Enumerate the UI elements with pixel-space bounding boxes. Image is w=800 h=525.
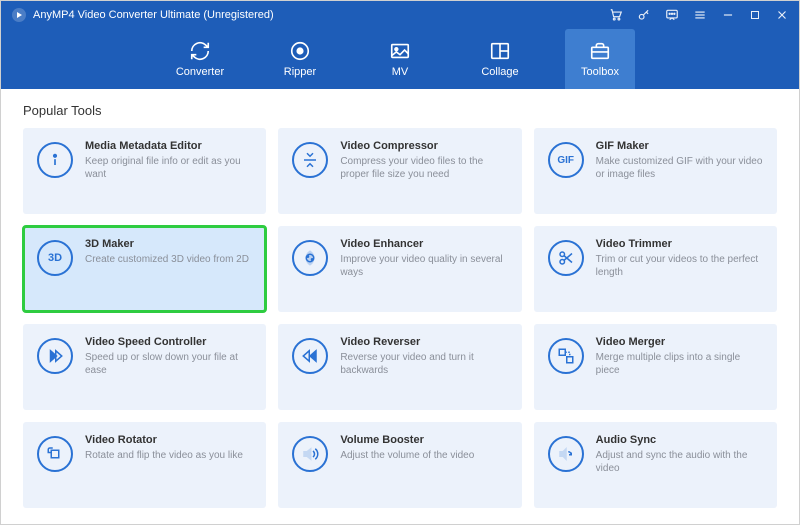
- converter-icon: [189, 40, 211, 62]
- mv-icon: [389, 40, 411, 62]
- tool-card-desc: Speed up or slow down your file at ease: [85, 351, 252, 377]
- tool-card-title: Audio Sync: [596, 434, 763, 446]
- tool-card-video-compressor[interactable]: Video Compressor Compress your video file…: [278, 128, 521, 214]
- close-button[interactable]: [775, 8, 789, 22]
- nav-label: Toolbox: [581, 66, 619, 78]
- tool-card-title: Volume Booster: [340, 434, 507, 446]
- tool-card-media-metadata-editor[interactable]: Media Metadata Editor Keep original file …: [23, 128, 266, 214]
- app-title: AnyMP4 Video Converter Ultimate (Unregis…: [33, 9, 274, 21]
- tool-card-video-rotator[interactable]: Video Rotator Rotate and flip the video a…: [23, 422, 266, 508]
- tool-card-desc: Merge multiple clips into a single piece: [596, 351, 763, 377]
- tool-card-body: Volume Booster Adjust the volume of the v…: [340, 434, 507, 462]
- content-area: Popular Tools Media Metadata Editor Keep …: [1, 89, 799, 524]
- tool-card-title: Video Compressor: [340, 140, 507, 152]
- tools-grid: Media Metadata Editor Keep original file …: [23, 128, 777, 508]
- tool-card-title: Video Reverser: [340, 336, 507, 348]
- titlebar-right: [609, 8, 789, 22]
- nav-collage[interactable]: Collage: [465, 29, 535, 89]
- tool-card-body: Video Reverser Reverse your video and tur…: [340, 336, 507, 377]
- tool-card-gif-maker[interactable]: GIF GIF Maker Make customized GIF with you…: [534, 128, 777, 214]
- tool-card-title: Media Metadata Editor: [85, 140, 252, 152]
- nav-label: Converter: [176, 66, 224, 78]
- cart-icon[interactable]: [609, 8, 623, 22]
- tool-card-desc: Create customized 3D video from 2D: [85, 253, 252, 266]
- tool-card-title: Video Trimmer: [596, 238, 763, 250]
- app-window: AnyMP4 Video Converter Ultimate (Unregis…: [0, 0, 800, 525]
- 3d-icon: 3D: [37, 240, 73, 276]
- tool-card-body: Video Rotator Rotate and flip the video a…: [85, 434, 252, 462]
- tool-card-title: Video Enhancer: [340, 238, 507, 250]
- maximize-button[interactable]: [749, 9, 761, 21]
- tool-card-body: Video Enhancer Improve your video quality…: [340, 238, 507, 279]
- app-logo-icon: [11, 7, 27, 23]
- tool-card-title: Video Merger: [596, 336, 763, 348]
- tool-card-title: Video Rotator: [85, 434, 252, 446]
- tool-card-body: Video Merger Merge multiple clips into a …: [596, 336, 763, 377]
- merge-icon: [548, 338, 584, 374]
- nav-ripper[interactable]: Ripper: [265, 29, 335, 89]
- tool-card-body: GIF Maker Make customized GIF with your v…: [596, 140, 763, 181]
- tool-card-desc: Trim or cut your videos to the perfect l…: [596, 253, 763, 279]
- tool-card-video-speed-controller[interactable]: Video Speed Controller Speed up or slow d…: [23, 324, 266, 410]
- speed-icon: [37, 338, 73, 374]
- reverse-icon: [292, 338, 328, 374]
- minimize-button[interactable]: [721, 8, 735, 22]
- nav-label: Collage: [481, 66, 518, 78]
- info-icon: [37, 142, 73, 178]
- tool-card-body: Media Metadata Editor Keep original file …: [85, 140, 252, 181]
- collage-icon: [489, 40, 511, 62]
- nav-mv[interactable]: MV: [365, 29, 435, 89]
- tool-card-title: 3D Maker: [85, 238, 252, 250]
- tool-card-video-trimmer[interactable]: Video Trimmer Trim or cut your videos to …: [534, 226, 777, 312]
- tool-card-desc: Compress your video files to the proper …: [340, 155, 507, 181]
- nav-label: Ripper: [284, 66, 316, 78]
- section-title: Popular Tools: [23, 103, 777, 118]
- ripper-icon: [289, 40, 311, 62]
- key-icon[interactable]: [637, 8, 651, 22]
- trim-icon: [548, 240, 584, 276]
- tool-card-video-merger[interactable]: Video Merger Merge multiple clips into a …: [534, 324, 777, 410]
- tool-card-desc: Improve your video quality in several wa…: [340, 253, 507, 279]
- enhance-icon: [292, 240, 328, 276]
- tool-card-desc: Reverse your video and turn it backwards: [340, 351, 507, 377]
- tool-card-body: Audio Sync Adjust and sync the audio with…: [596, 434, 763, 475]
- tool-card-desc: Adjust and sync the audio with the video: [596, 449, 763, 475]
- titlebar-left: AnyMP4 Video Converter Ultimate (Unregis…: [11, 7, 274, 23]
- tool-card-3d-maker[interactable]: 3D 3D Maker Create customized 3D video fro…: [23, 226, 266, 312]
- tool-card-video-enhancer[interactable]: Video Enhancer Improve your video quality…: [278, 226, 521, 312]
- tool-card-desc: Make customized GIF with your video or i…: [596, 155, 763, 181]
- tool-card-body: Video Compressor Compress your video file…: [340, 140, 507, 181]
- feedback-icon[interactable]: [665, 8, 679, 22]
- tool-card-body: Video Trimmer Trim or cut your videos to …: [596, 238, 763, 279]
- compress-icon: [292, 142, 328, 178]
- tool-card-volume-booster[interactable]: Volume Booster Adjust the volume of the v…: [278, 422, 521, 508]
- navbar: Converter Ripper MV Collage Toolbox: [1, 29, 799, 89]
- tool-card-desc: Adjust the volume of the video: [340, 449, 507, 462]
- nav-converter[interactable]: Converter: [165, 29, 235, 89]
- tool-card-desc: Keep original file info or edit as you w…: [85, 155, 252, 181]
- tool-card-title: GIF Maker: [596, 140, 763, 152]
- gif-icon: GIF: [548, 142, 584, 178]
- tool-card-body: Video Speed Controller Speed up or slow d…: [85, 336, 252, 377]
- tool-card-desc: Rotate and flip the video as you like: [85, 449, 252, 462]
- rotate-icon: [37, 436, 73, 472]
- titlebar: AnyMP4 Video Converter Ultimate (Unregis…: [1, 1, 799, 29]
- sync-icon: [548, 436, 584, 472]
- nav-toolbox[interactable]: Toolbox: [565, 29, 635, 89]
- tool-card-title: Video Speed Controller: [85, 336, 252, 348]
- volume-icon: [292, 436, 328, 472]
- tool-card-video-reverser[interactable]: Video Reverser Reverse your video and tur…: [278, 324, 521, 410]
- toolbox-icon: [589, 40, 611, 62]
- tool-card-body: 3D Maker Create customized 3D video from …: [85, 238, 252, 266]
- tool-card-audio-sync[interactable]: Audio Sync Adjust and sync the audio with…: [534, 422, 777, 508]
- nav-label: MV: [392, 66, 409, 78]
- menu-icon[interactable]: [693, 8, 707, 22]
